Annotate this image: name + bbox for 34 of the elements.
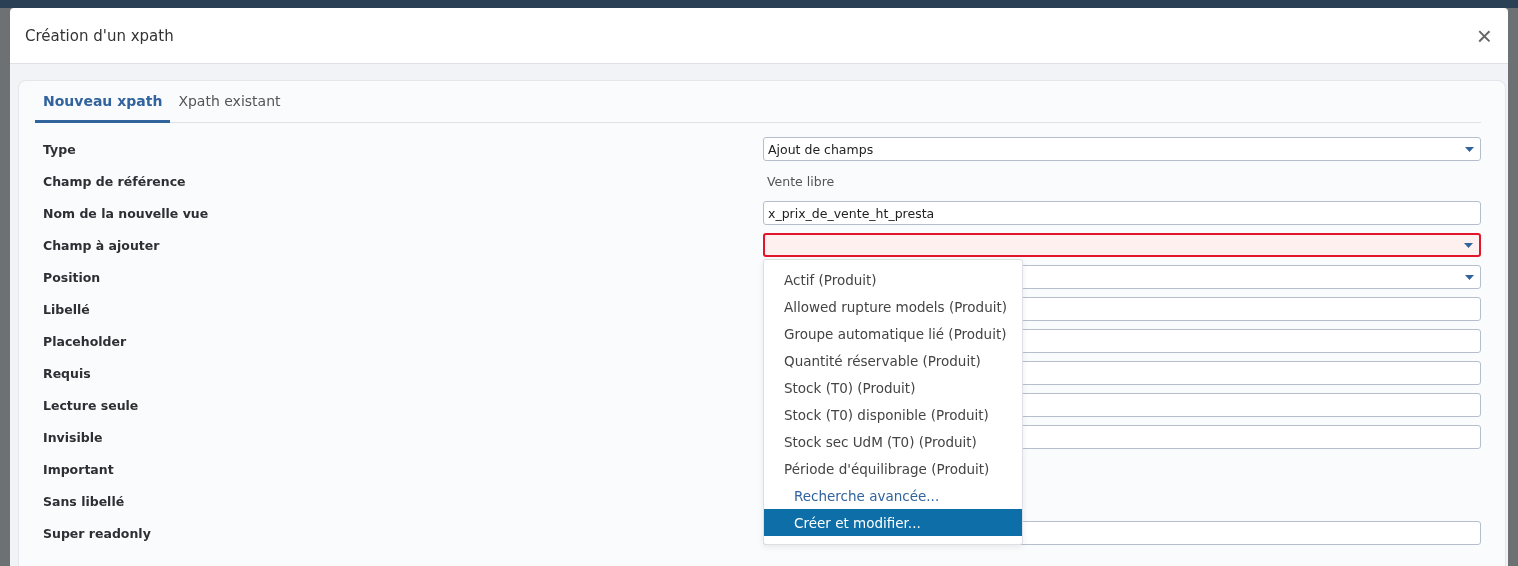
field-value: Vente libre — [766, 172, 836, 191]
field-label: Champ à ajouter — [43, 236, 161, 255]
select-field[interactable] — [763, 233, 1481, 257]
select-field[interactable]: Ajout de champs — [763, 137, 1481, 161]
dialog-title: Création d'un xpath — [25, 26, 174, 45]
search-more-link[interactable]: Recherche avancée... — [764, 482, 1022, 509]
field-label: Invisible — [43, 428, 104, 447]
field-label: Position — [43, 268, 102, 287]
dropdown-option[interactable]: Groupe automatique lié (Produit) — [764, 320, 1022, 347]
field-label: Placeholder — [43, 332, 128, 351]
field-label: Super readonly — [43, 524, 152, 543]
input-field[interactable]: x_prix_de_vente_ht_presta — [763, 201, 1481, 225]
caret-icon — [1465, 274, 1474, 280]
field-label: Nom de la nouvelle vue — [43, 204, 210, 223]
tab[interactable]: Xpath existant — [170, 81, 289, 123]
field-label: Lecture seule — [43, 396, 140, 415]
tab[interactable]: Nouveau xpath — [35, 81, 171, 123]
caret-icon — [1465, 146, 1474, 152]
field-label: Libellé — [43, 300, 91, 319]
dropdown-option[interactable]: Période d'équilibrage (Produit) — [764, 455, 1022, 482]
dropdown-option[interactable]: Stock (T0) disponible (Produit) — [764, 401, 1022, 428]
dropdown-option[interactable]: Allowed rupture models (Produit) — [764, 293, 1022, 320]
field-label: Important — [43, 460, 115, 479]
dropdown-option[interactable]: Stock sec UdM (T0) (Produit) — [764, 428, 1022, 455]
dropdown-option[interactable]: Quantité réservable (Produit) — [764, 347, 1022, 374]
dropdown-option[interactable]: Stock (T0) (Produit) — [764, 374, 1022, 401]
field-label: Sans libellé — [43, 492, 126, 511]
field-label: Type — [43, 140, 77, 159]
create-edit-option[interactable]: Créer et modifier... — [764, 509, 1022, 536]
field-label: Champ de référence — [43, 172, 187, 191]
caret-icon — [1464, 242, 1473, 248]
field-label: Requis — [43, 364, 92, 383]
close-button[interactable]: × — [1474, 22, 1494, 49]
dropdown-option[interactable]: Actif (Produit) — [764, 266, 1022, 293]
